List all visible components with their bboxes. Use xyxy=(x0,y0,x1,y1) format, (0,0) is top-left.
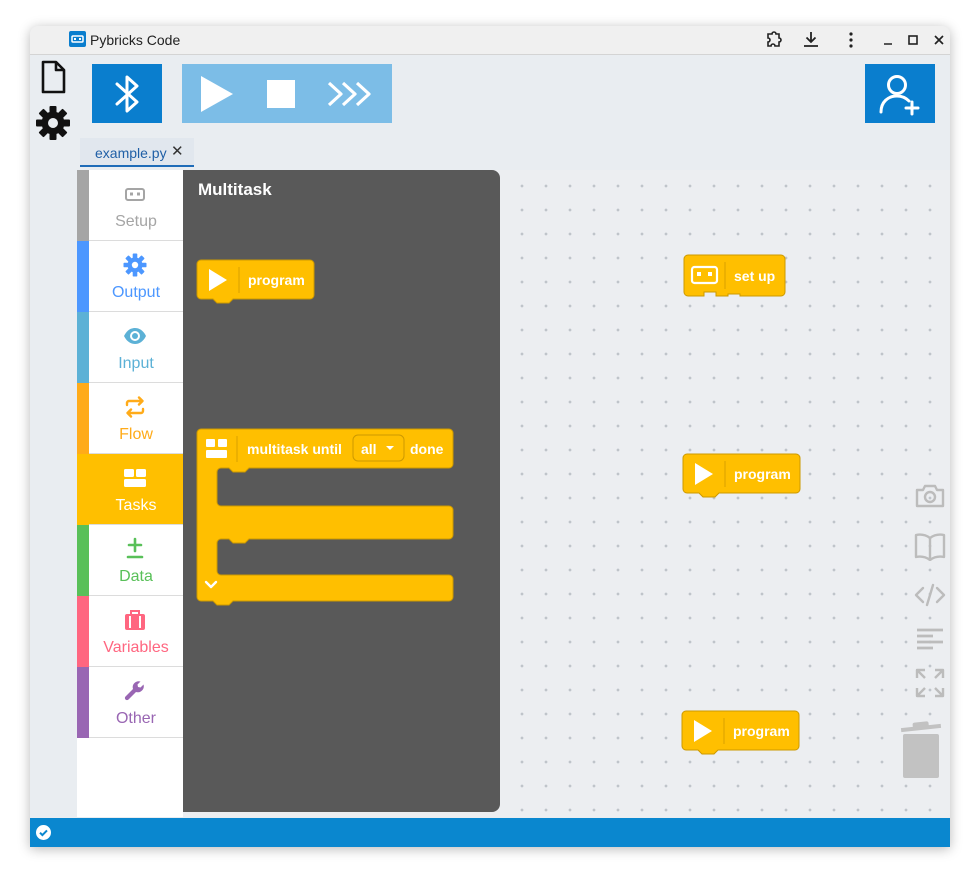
category-label: Other xyxy=(115,710,156,727)
add-user-icon xyxy=(879,74,920,115)
run-button[interactable] xyxy=(196,74,236,114)
program-block-label: program xyxy=(733,723,790,739)
category-output[interactable]: Output xyxy=(77,241,183,312)
category-label: Data xyxy=(119,568,153,585)
tasks-icon xyxy=(124,469,146,487)
toolbar xyxy=(75,55,950,135)
download-icon[interactable] xyxy=(800,29,822,51)
tab-label: example.py xyxy=(95,145,167,161)
flyout-title: Multitask xyxy=(198,180,272,199)
wrench-icon xyxy=(124,681,144,701)
category-tasks[interactable]: Tasks xyxy=(77,454,183,525)
multitask-prefix-label: multitask until xyxy=(247,441,342,457)
app-window: Pybricks Code example.py ✕ Setup Output … xyxy=(30,26,950,847)
setup-block[interactable]: set up xyxy=(683,254,790,301)
bluetooth-button[interactable] xyxy=(92,64,162,123)
category-flow[interactable]: Flow xyxy=(77,383,183,454)
category-variables[interactable]: Variables xyxy=(77,596,183,667)
suitcase-icon xyxy=(125,610,145,630)
file-tabs: example.py ✕ xyxy=(75,135,950,169)
tab-close-icon[interactable]: ✕ xyxy=(171,144,184,159)
category-label: Flow xyxy=(119,426,153,443)
flyout-program-label: program xyxy=(248,272,305,288)
run-controls xyxy=(182,64,392,123)
bluetooth-icon xyxy=(115,75,139,112)
stop-button[interactable] xyxy=(264,77,298,111)
workspace-canvas[interactable]: set up program program xyxy=(500,170,950,817)
screenshot-camera-icon[interactable] xyxy=(914,482,946,510)
category-label: Output xyxy=(111,284,161,301)
category-toolbox: Setup Output Input Flow Tasks Data Varia… xyxy=(77,170,183,817)
settings-gear-icon[interactable] xyxy=(35,105,71,141)
file-explorer-icon[interactable] xyxy=(35,59,71,95)
category-label: Tasks xyxy=(115,497,157,514)
blocks-editor: Setup Output Input Flow Tasks Data Varia… xyxy=(77,170,950,817)
maximize-icon[interactable] xyxy=(902,29,924,51)
status-bar xyxy=(30,818,950,847)
program-block-label: program xyxy=(734,466,791,482)
category-label: Variables xyxy=(103,639,169,656)
category-setup[interactable]: Setup xyxy=(77,170,183,241)
category-color-bar xyxy=(77,525,89,596)
hub-icon xyxy=(125,188,145,201)
extension-icon[interactable] xyxy=(762,29,784,51)
category-color-bar xyxy=(77,312,89,383)
account-button[interactable] xyxy=(865,64,935,123)
repl-button[interactable] xyxy=(326,77,378,111)
block-flyout: Multitask program multitask until all do… xyxy=(183,170,500,812)
trash-can-icon[interactable] xyxy=(898,720,944,782)
zoom-reset-icon[interactable] xyxy=(914,667,946,699)
category-color-bar xyxy=(77,170,89,241)
window-title: Pybricks Code xyxy=(90,32,181,48)
program-block-1[interactable]: program xyxy=(682,453,803,502)
flyout-program-block[interactable]: program xyxy=(196,259,317,308)
tab-example-py[interactable]: example.py ✕ xyxy=(80,138,194,167)
category-color-bar xyxy=(77,454,89,525)
category-color-bar xyxy=(77,383,89,454)
title-bar: Pybricks Code xyxy=(30,26,950,55)
category-color-bar xyxy=(77,241,89,312)
check-circle-icon[interactable] xyxy=(36,825,51,840)
category-input[interactable]: Input xyxy=(77,312,183,383)
close-window-icon[interactable] xyxy=(928,29,950,51)
minimize-icon[interactable] xyxy=(877,29,899,51)
code-view-icon[interactable] xyxy=(914,582,946,608)
multitask-dropdown-value: all xyxy=(361,441,377,457)
category-data[interactable]: Data xyxy=(77,525,183,596)
category-label: Input xyxy=(118,355,154,372)
category-label: Setup xyxy=(115,213,157,230)
program-block-2[interactable]: program xyxy=(681,710,802,759)
category-color-bar xyxy=(77,596,89,667)
setup-block-label: set up xyxy=(734,268,775,284)
category-color-bar xyxy=(77,667,89,738)
cleanup-align-icon[interactable] xyxy=(914,626,946,652)
repeat-icon xyxy=(125,396,145,418)
flyout-multitask-block[interactable]: multitask until all done xyxy=(196,428,457,609)
documentation-book-icon[interactable] xyxy=(914,531,946,561)
plus-minus-icon xyxy=(126,537,144,559)
pybricks-logo-icon xyxy=(69,31,86,47)
eye-icon xyxy=(124,328,146,344)
more-options-icon[interactable] xyxy=(840,29,862,51)
multitask-suffix-label: done xyxy=(410,441,444,457)
category-other[interactable]: Other xyxy=(77,667,183,738)
activity-bar xyxy=(30,55,75,818)
gear-icon xyxy=(123,253,147,277)
